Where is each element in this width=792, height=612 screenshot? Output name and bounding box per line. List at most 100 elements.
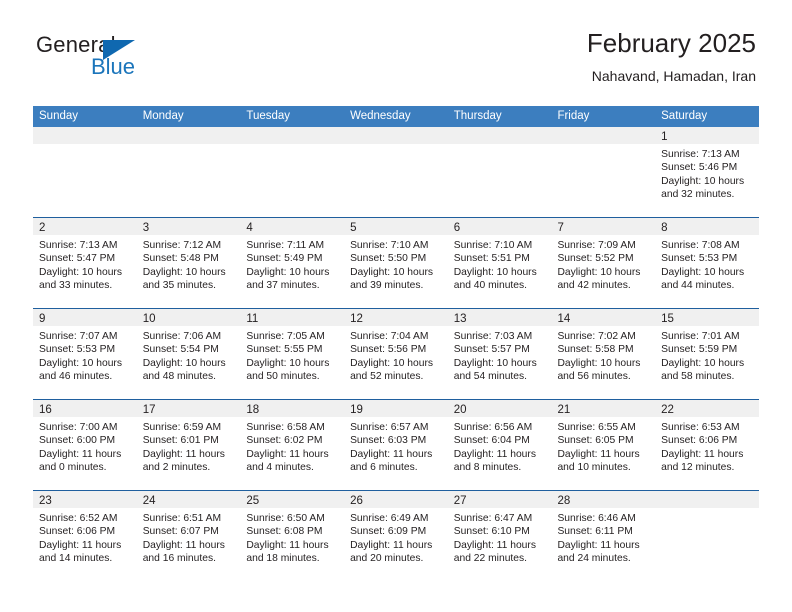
day-cell-1[interactable]: 1 Sunrise: 7:13 AM Sunset: 5:46 PM Daylight… <box>655 127 759 217</box>
day-detail-line: and 32 minutes. <box>661 189 735 201</box>
day-detail-line: Sunrise: 7:04 AM <box>350 331 429 342</box>
day-number-strip <box>655 491 759 508</box>
day-cell-20[interactable]: 20 Sunrise: 6:56 AM Sunset: 6:04 PM Dayligh… <box>447 400 552 490</box>
day-details: Sunrise: 7:08 AM Sunset: 5:53 PM Daylight:… <box>655 235 759 293</box>
day-detail-line: and 14 minutes. <box>39 553 113 565</box>
day-cell-8[interactable]: 8 Sunrise: 7:08 AM Sunset: 5:53 PM Daylight… <box>655 218 759 308</box>
day-details: Sunrise: 7:13 AM Sunset: 5:46 PM Daylight:… <box>655 144 759 202</box>
day-cell-24[interactable]: 24 Sunrise: 6:51 AM Sunset: 6:07 PM Dayligh… <box>136 491 241 581</box>
day-detail-line: Sunrise: 7:11 AM <box>246 240 325 251</box>
day-detail-line: Daylight: 10 hours <box>661 357 745 369</box>
day-cell-9[interactable]: 9 Sunrise: 7:07 AM Sunset: 5:53 PM Daylight… <box>33 309 137 399</box>
day-cell-22[interactable]: 22 Sunrise: 6:53 AM Sunset: 6:06 PM Dayligh… <box>655 400 759 490</box>
day-detail-line: Daylight: 10 hours <box>246 266 330 278</box>
day-detail-line: Sunrise: 7:10 AM <box>453 240 533 251</box>
day-detail-line: Daylight: 11 hours <box>350 448 433 460</box>
day-detail-line: Sunrise: 7:07 AM <box>39 331 118 342</box>
day-detail-line: Sunrise: 6:55 AM <box>557 422 636 433</box>
day-detail-line: Sunset: 5:49 PM <box>246 253 323 265</box>
day-number-strip: 13 <box>447 309 552 326</box>
day-detail-line: Sunrise: 7:09 AM <box>557 240 636 251</box>
day-cell-10[interactable]: 10 Sunrise: 7:06 AM Sunset: 5:54 PM Dayligh… <box>136 309 241 399</box>
day-detail-line: Sunset: 5:52 PM <box>557 253 634 265</box>
day-cell-14[interactable]: 14 Sunrise: 7:02 AM Sunset: 5:58 PM Dayligh… <box>551 309 656 399</box>
day-number-strip <box>447 127 552 144</box>
day-number: 13 <box>453 313 467 325</box>
day-detail-line: and 33 minutes. <box>39 280 113 292</box>
day-cell-3[interactable]: 3 Sunrise: 7:12 AM Sunset: 5:48 PM Daylight… <box>136 218 241 308</box>
day-cell-15[interactable]: 15 Sunrise: 7:01 AM Sunset: 5:59 PM Dayligh… <box>655 309 759 399</box>
day-detail-line: Daylight: 10 hours <box>350 357 434 369</box>
day-details: Sunrise: 6:49 AM Sunset: 6:09 PM Daylight:… <box>344 508 448 566</box>
day-detail-line: Daylight: 11 hours <box>453 539 536 551</box>
day-cell-11[interactable]: 11 Sunrise: 7:05 AM Sunset: 5:55 PM Dayligh… <box>240 309 345 399</box>
day-number: 27 <box>453 495 467 507</box>
day-detail-line: Daylight: 10 hours <box>557 266 641 278</box>
day-number-strip: 24 <box>136 491 241 508</box>
day-cell-27[interactable]: 27 Sunrise: 6:47 AM Sunset: 6:10 PM Dayligh… <box>447 491 552 581</box>
day-cell-17[interactable]: 17 Sunrise: 6:59 AM Sunset: 6:01 PM Dayligh… <box>136 400 241 490</box>
weekday-header-saturday: Saturday <box>661 110 708 122</box>
day-detail-line: Sunrise: 6:56 AM <box>453 422 533 433</box>
day-cell-23[interactable]: 23 Sunrise: 6:52 AM Sunset: 6:06 PM Dayligh… <box>33 491 137 581</box>
day-cell-12[interactable]: 12 Sunrise: 7:04 AM Sunset: 5:56 PM Dayligh… <box>344 309 448 399</box>
day-detail-line: Sunset: 6:02 PM <box>246 435 323 447</box>
day-detail-line: Sunset: 5:53 PM <box>39 344 116 356</box>
day-details: Sunrise: 7:06 AM Sunset: 5:54 PM Daylight:… <box>137 326 241 384</box>
day-cell-7[interactable]: 7 Sunrise: 7:09 AM Sunset: 5:52 PM Daylight… <box>551 218 656 308</box>
day-detail-line: Sunrise: 7:12 AM <box>142 240 222 251</box>
day-number-strip: 16 <box>33 400 137 417</box>
day-cell-13[interactable]: 13 Sunrise: 7:03 AM Sunset: 5:57 PM Dayligh… <box>447 309 552 399</box>
day-details: Sunrise: 6:57 AM Sunset: 6:03 PM Daylight:… <box>344 417 448 475</box>
day-details: Sunrise: 7:04 AM Sunset: 5:56 PM Daylight:… <box>344 326 448 384</box>
day-cell-26[interactable]: 26 Sunrise: 6:49 AM Sunset: 6:09 PM Dayligh… <box>344 491 448 581</box>
day-number-strip <box>33 127 137 144</box>
day-number: 20 <box>453 404 467 416</box>
day-number-strip: 19 <box>344 400 448 417</box>
day-cell-empty <box>33 127 137 217</box>
day-detail-line: and 50 minutes. <box>246 371 320 383</box>
day-detail-line: and 40 minutes. <box>453 280 528 292</box>
day-detail-line: and 22 minutes. <box>453 553 528 565</box>
day-detail-line: Sunrise: 6:46 AM <box>557 513 636 524</box>
calendar-week-row: 23 Sunrise: 6:52 AM Sunset: 6:06 PM Dayligh… <box>33 490 759 581</box>
day-detail-line: Sunset: 5:48 PM <box>142 253 219 265</box>
day-detail-line: Sunrise: 7:13 AM <box>39 240 118 251</box>
day-cell-2[interactable]: 2 Sunrise: 7:13 AM Sunset: 5:47 PM Daylight… <box>33 218 137 308</box>
day-detail-line: Daylight: 10 hours <box>142 266 226 278</box>
day-number-strip <box>344 127 448 144</box>
day-details: Sunrise: 7:00 AM Sunset: 6:00 PM Daylight:… <box>33 417 137 475</box>
day-number-strip: 15 <box>655 309 759 326</box>
day-cell-empty <box>136 127 241 217</box>
day-number-strip: 18 <box>240 400 345 417</box>
day-number: 10 <box>142 313 156 325</box>
day-cell-5[interactable]: 5 Sunrise: 7:10 AM Sunset: 5:50 PM Daylight… <box>344 218 448 308</box>
day-detail-line: Daylight: 11 hours <box>39 539 122 551</box>
day-number: 6 <box>453 222 461 234</box>
day-cell-25[interactable]: 25 Sunrise: 6:50 AM Sunset: 6:08 PM Dayligh… <box>240 491 345 581</box>
day-detail-line: Sunset: 5:55 PM <box>246 344 323 356</box>
day-detail-line: and 2 minutes. <box>142 462 211 474</box>
day-number-strip <box>136 127 241 144</box>
day-cell-16[interactable]: 16 Sunrise: 7:00 AM Sunset: 6:00 PM Dayligh… <box>33 400 137 490</box>
day-detail-line: Sunset: 6:01 PM <box>142 435 219 447</box>
day-detail-line: Sunrise: 6:52 AM <box>39 513 118 524</box>
day-cell-18[interactable]: 18 Sunrise: 6:58 AM Sunset: 6:02 PM Dayligh… <box>240 400 345 490</box>
day-detail-line: Daylight: 10 hours <box>246 357 330 369</box>
day-number: 1 <box>661 131 668 143</box>
day-detail-line: Sunset: 6:04 PM <box>453 435 530 447</box>
day-number-strip: 14 <box>551 309 656 326</box>
day-cell-empty <box>447 127 552 217</box>
day-number-strip: 4 <box>240 218 345 235</box>
day-detail-line: Sunset: 5:53 PM <box>661 253 738 265</box>
day-cell-19[interactable]: 19 Sunrise: 6:57 AM Sunset: 6:03 PM Dayligh… <box>344 400 448 490</box>
day-cell-4[interactable]: 4 Sunrise: 7:11 AM Sunset: 5:49 PM Daylight… <box>240 218 345 308</box>
day-number-strip: 7 <box>551 218 656 235</box>
day-cell-6[interactable]: 6 Sunrise: 7:10 AM Sunset: 5:51 PM Daylight… <box>447 218 552 308</box>
day-cell-empty <box>344 127 448 217</box>
general-blue-logo[interactable]: General Blue <box>36 32 216 80</box>
day-detail-line: and 35 minutes. <box>142 280 216 292</box>
day-cell-28[interactable]: 28 Sunrise: 6:46 AM Sunset: 6:11 PM Dayligh… <box>551 491 656 581</box>
day-cell-21[interactable]: 21 Sunrise: 6:55 AM Sunset: 6:05 PM Dayligh… <box>551 400 656 490</box>
day-detail-line: Sunset: 6:03 PM <box>350 435 427 447</box>
